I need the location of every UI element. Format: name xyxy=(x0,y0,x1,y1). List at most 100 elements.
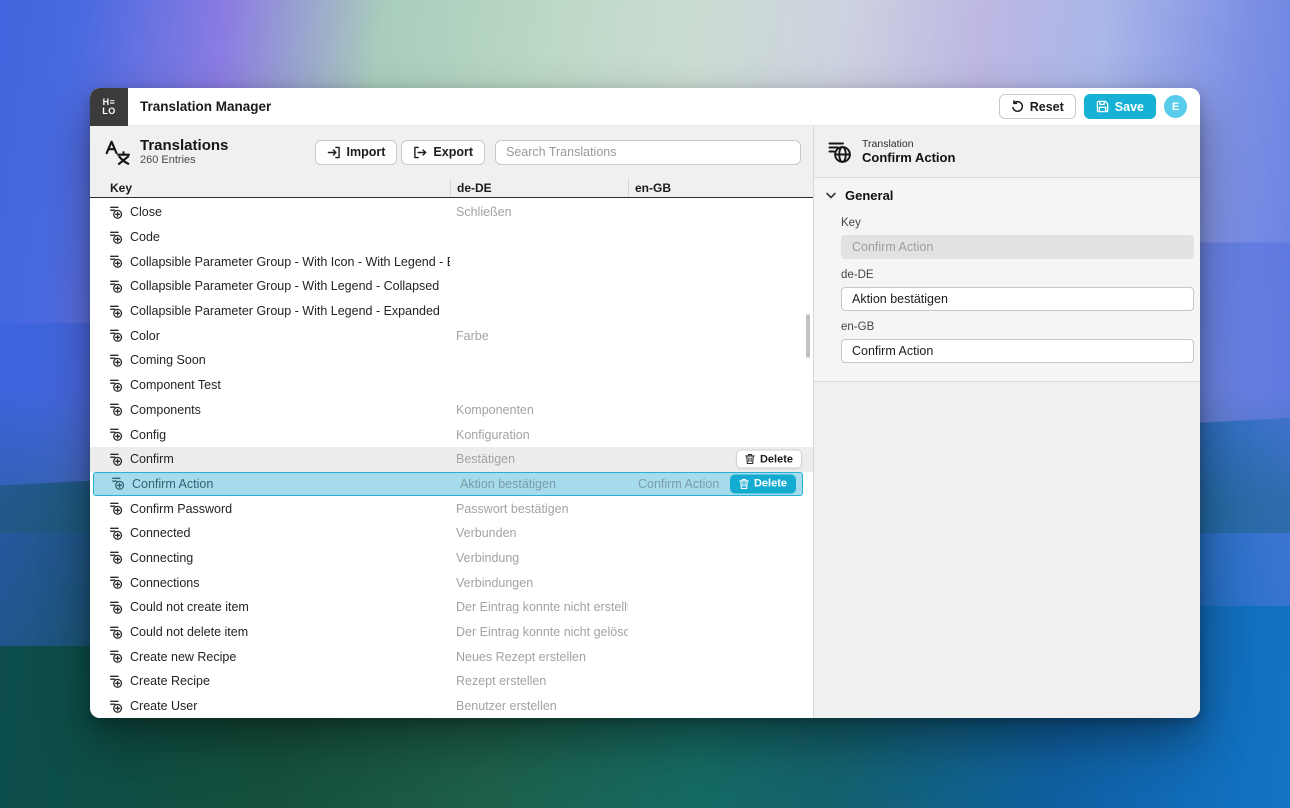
delete-label: Delete xyxy=(760,453,793,465)
table-row[interactable]: Confirm Action Aktion bestätigen Confirm… xyxy=(93,472,803,497)
translation-key-icon xyxy=(110,675,123,688)
row-key: Create Recipe xyxy=(130,674,210,688)
de-field[interactable] xyxy=(841,287,1194,311)
inspector-empty-area xyxy=(814,382,1200,718)
import-button[interactable]: Import xyxy=(315,140,398,165)
row-key: Collapsible Parameter Group - With Legen… xyxy=(130,279,439,293)
translation-key-icon xyxy=(110,231,123,244)
trash-icon xyxy=(739,478,749,489)
row-de-value: Neues Rezept erstellen xyxy=(450,650,628,664)
row-key: Could not create item xyxy=(130,600,249,614)
floppy-icon xyxy=(1096,100,1109,113)
user-avatar[interactable]: E xyxy=(1164,95,1187,118)
general-section-title: General xyxy=(845,188,893,203)
table-row[interactable]: Config Konfiguration xyxy=(90,422,813,447)
translations-header: Translations 260 Entries Import xyxy=(90,126,813,178)
table-row[interactable]: Could not create item Der Eintrag konnte… xyxy=(90,595,813,620)
row-key: Confirm xyxy=(130,452,174,466)
table-row[interactable]: Coming Soon xyxy=(90,348,813,373)
inspector-type-label: Translation xyxy=(862,138,955,150)
row-de-value: Rezept erstellen xyxy=(450,674,628,688)
table-row[interactable]: Collapsible Parameter Group - With Legen… xyxy=(90,274,813,299)
translations-panel: Translations 260 Entries Import xyxy=(90,126,813,718)
column-header-key[interactable]: Key xyxy=(96,178,450,197)
delete-label: Delete xyxy=(754,478,787,490)
de-field-label: de-DE xyxy=(841,269,1194,281)
table-header: Key de-DE en-GB xyxy=(90,178,813,198)
search-input[interactable] xyxy=(495,140,801,165)
translation-manager-window: H≡LO Translation Manager Reset xyxy=(90,88,1200,718)
row-de-value: Bestätigen xyxy=(450,452,628,466)
delete-button[interactable]: Delete xyxy=(736,450,802,469)
inspector-title: Confirm Action xyxy=(862,150,955,165)
en-field[interactable] xyxy=(841,339,1194,363)
helo-logo-icon: H≡LO xyxy=(90,88,128,126)
trash-icon xyxy=(745,454,755,465)
translation-key-icon xyxy=(110,650,123,663)
en-field-group: en-GB xyxy=(841,321,1194,363)
translation-key-icon xyxy=(110,255,123,268)
table-row[interactable]: Collapsible Parameter Group - With Legen… xyxy=(90,299,813,324)
delete-button[interactable]: Delete xyxy=(730,474,796,493)
row-key: Create User xyxy=(130,699,197,713)
app-title: Translation Manager xyxy=(140,99,271,114)
table-row[interactable]: Close Schließen xyxy=(90,200,813,225)
table-row[interactable]: Connected Verbunden xyxy=(90,521,813,546)
row-key: Component Test xyxy=(130,378,221,392)
column-header-en[interactable]: en-GB xyxy=(628,178,803,197)
table-row[interactable]: Color Farbe xyxy=(90,323,813,348)
row-key: Create new Recipe xyxy=(130,650,236,664)
titlebar: H≡LO Translation Manager Reset xyxy=(90,88,1200,126)
table-row[interactable]: Create Recipe Rezept erstellen xyxy=(90,669,813,694)
general-section-header[interactable]: General xyxy=(814,178,1200,207)
table-row[interactable]: Create User Benutzer erstellen xyxy=(90,694,813,718)
vertical-scrollbar[interactable] xyxy=(806,314,811,358)
table-row[interactable]: Connections Verbindungen xyxy=(90,570,813,595)
de-field-group: de-DE xyxy=(841,269,1194,311)
table-row[interactable]: Create new Recipe Neues Rezept erstellen xyxy=(90,644,813,669)
row-key: Collapsible Parameter Group - With Legen… xyxy=(130,304,440,318)
translation-key-icon xyxy=(110,626,123,639)
translation-key-icon xyxy=(110,576,123,589)
row-de-value: Verbindung xyxy=(450,551,628,565)
key-field xyxy=(841,235,1194,259)
export-label: Export xyxy=(433,145,473,159)
row-key: Confirm Action xyxy=(132,477,213,491)
row-de-value: Der Eintrag konnte nicht gelöscht... xyxy=(450,625,628,639)
table-row[interactable]: Components Komponenten xyxy=(90,398,813,423)
table-row[interactable]: Confirm Bestätigen Delete xyxy=(90,447,813,472)
column-header-de[interactable]: de-DE xyxy=(450,178,628,197)
entries-count: 260 Entries xyxy=(140,154,228,167)
row-de-value: Komponenten xyxy=(450,403,628,417)
inspector-header: Translation Confirm Action xyxy=(814,126,1200,178)
row-key: Confirm Password xyxy=(130,502,232,516)
key-field-label: Key xyxy=(841,217,1194,229)
save-button[interactable]: Save xyxy=(1084,94,1156,119)
table-row[interactable]: Could not delete item Der Eintrag konnte… xyxy=(90,620,813,645)
export-icon xyxy=(413,146,427,159)
key-field-group: Key xyxy=(841,217,1194,259)
translation-key-icon xyxy=(110,329,123,342)
table-row[interactable]: Collapsible Parameter Group - With Icon … xyxy=(90,249,813,274)
translation-key-icon xyxy=(110,206,123,219)
translation-key-icon xyxy=(110,700,123,713)
translation-globe-icon xyxy=(828,140,852,164)
row-key: Close xyxy=(130,205,162,219)
table-row[interactable]: Code xyxy=(90,225,813,250)
general-section: General Key de-DE en-GB xyxy=(814,178,1200,382)
row-de-value: Konfiguration xyxy=(450,428,628,442)
export-button[interactable]: Export xyxy=(401,140,485,165)
import-label: Import xyxy=(347,145,386,159)
row-de-value: Verbunden xyxy=(450,526,628,540)
translation-key-icon xyxy=(110,305,123,318)
translation-key-icon xyxy=(110,527,123,540)
translation-key-icon xyxy=(110,280,123,293)
translation-key-icon xyxy=(112,477,125,490)
table-row[interactable]: Component Test xyxy=(90,373,813,398)
row-key: Coming Soon xyxy=(130,353,206,367)
reset-button[interactable]: Reset xyxy=(999,94,1076,119)
reset-label: Reset xyxy=(1030,100,1064,114)
table-row[interactable]: Connecting Verbindung xyxy=(90,546,813,571)
table-row[interactable]: Confirm Password Passwort bestätigen xyxy=(90,496,813,521)
translation-key-icon xyxy=(110,551,123,564)
